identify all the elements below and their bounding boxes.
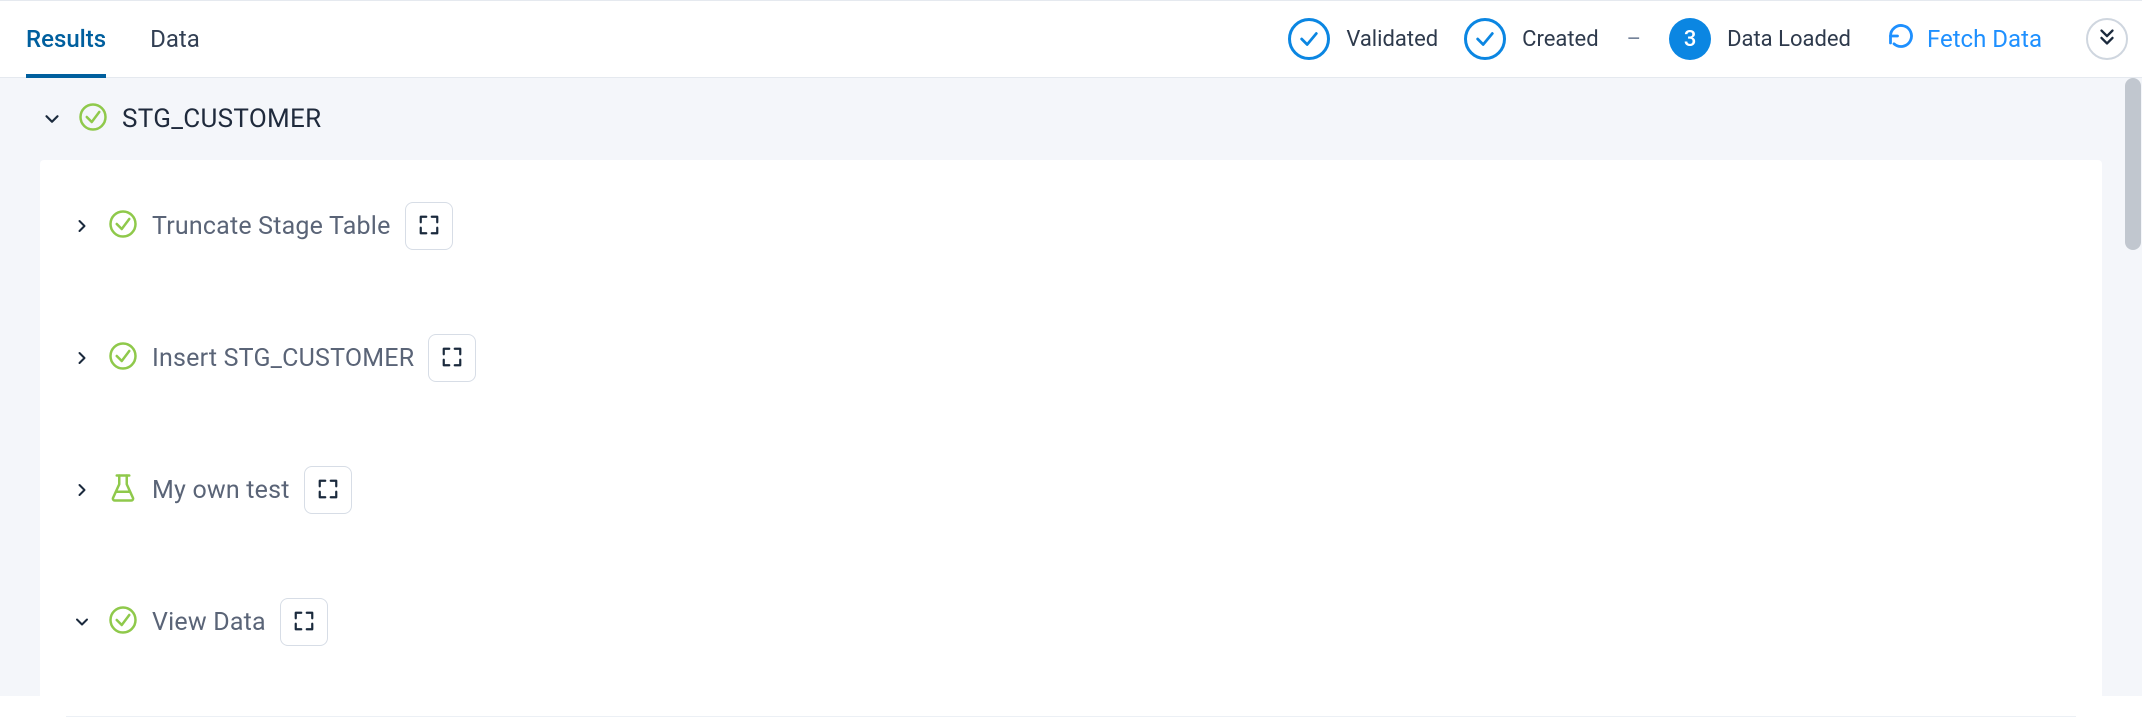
chevron-right-icon[interactable] xyxy=(70,480,94,500)
chevron-down-icon[interactable] xyxy=(70,612,94,632)
status-validated: Validated xyxy=(1288,18,1438,60)
collapse-all-button[interactable] xyxy=(2086,18,2128,60)
tabs: Results Data xyxy=(26,1,200,77)
check-circle-icon xyxy=(108,341,138,375)
step-label: My own test xyxy=(152,476,290,505)
step-row: My own test xyxy=(66,452,2076,528)
tab-data[interactable]: Data xyxy=(150,1,200,77)
content-area: STG_CUSTOMER Truncate Stage Table xyxy=(0,78,2142,696)
steps-card: Truncate Stage Table Insert STG_CUSTOMER xyxy=(40,160,2102,717)
step-label: Insert STG_CUSTOMER xyxy=(152,344,414,373)
step-row: Truncate Stage Table xyxy=(66,188,2076,264)
step-label: View Data xyxy=(152,608,266,637)
group-title: STG_CUSTOMER xyxy=(122,104,321,134)
expand-button[interactable] xyxy=(280,598,328,646)
fetch-data-button[interactable]: Fetch Data xyxy=(1887,22,2042,56)
chevron-right-icon[interactable] xyxy=(70,348,94,368)
fetch-data-label: Fetch Data xyxy=(1927,25,2042,53)
expand-button[interactable] xyxy=(428,334,476,382)
maximize-icon xyxy=(317,478,339,503)
step-row: Insert STG_CUSTOMER xyxy=(66,320,2076,396)
chevron-right-icon[interactable] xyxy=(70,216,94,236)
check-circle-icon xyxy=(78,102,108,136)
maximize-icon xyxy=(293,610,315,635)
double-chevron-down-icon xyxy=(2096,26,2118,52)
status-separator: – xyxy=(1625,27,1643,52)
group-header[interactable]: STG_CUSTOMER xyxy=(0,78,2142,160)
status-data-loaded: 3 Data Loaded xyxy=(1669,18,1851,60)
chevron-down-icon[interactable] xyxy=(40,108,64,130)
status-area: Validated Created – 3 Data Loaded Fetch … xyxy=(1288,18,2128,60)
expand-button[interactable] xyxy=(405,202,453,250)
scrollbar[interactable] xyxy=(2124,78,2142,696)
tab-results[interactable]: Results xyxy=(26,1,106,77)
count-badge: 3 xyxy=(1669,18,1711,60)
status-created: Created xyxy=(1464,18,1598,60)
check-circle-icon xyxy=(108,605,138,639)
refresh-icon xyxy=(1887,22,1915,56)
expand-button[interactable] xyxy=(304,466,352,514)
status-created-label: Created xyxy=(1522,27,1598,52)
step-label: Truncate Stage Table xyxy=(152,212,391,241)
step-row: View Data xyxy=(66,584,2076,660)
check-circle-icon xyxy=(108,209,138,243)
scrollbar-thumb[interactable] xyxy=(2125,78,2141,250)
check-circle-icon xyxy=(1464,18,1506,60)
check-circle-icon xyxy=(1288,18,1330,60)
top-bar: Results Data Validated Created – 3 Data … xyxy=(0,0,2142,78)
flask-icon xyxy=(108,473,138,507)
maximize-icon xyxy=(441,346,463,371)
status-data-loaded-label: Data Loaded xyxy=(1727,27,1851,52)
maximize-icon xyxy=(418,214,440,239)
status-validated-label: Validated xyxy=(1346,27,1438,52)
